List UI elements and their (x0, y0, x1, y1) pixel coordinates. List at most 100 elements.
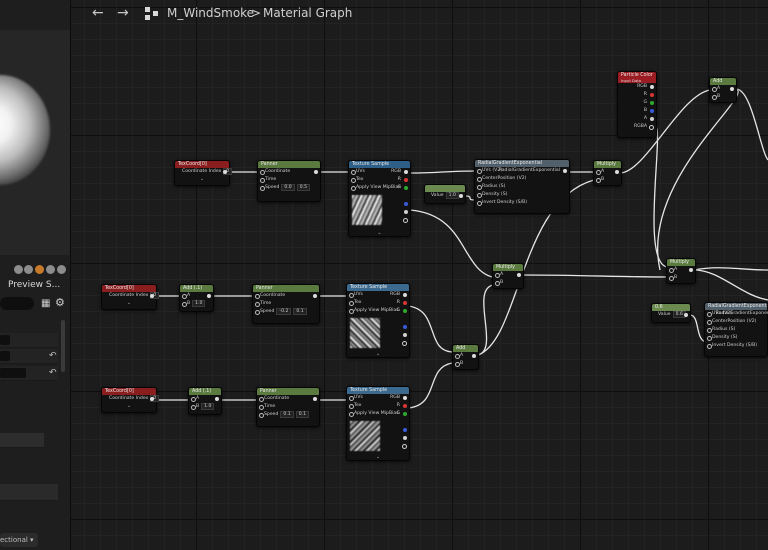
output-pin[interactable] (403, 428, 407, 432)
input-pin[interactable] (255, 310, 260, 315)
input-pin[interactable] (182, 302, 187, 307)
output-pin[interactable] (689, 268, 693, 272)
multiply-node-right[interactable]: Multiply A B (666, 258, 696, 284)
output-pin[interactable] (150, 294, 154, 298)
texture-sample-node-1[interactable]: Texture Sample UVs RGB Tex R Apply View Mi… (348, 160, 411, 237)
output-pin[interactable] (402, 444, 407, 449)
radial-gradient-node-2[interactable]: RadialGradientExponential UVs (V2) Radial… (704, 302, 768, 357)
input-pin[interactable] (596, 178, 601, 183)
output-pin[interactable] (730, 87, 734, 91)
speed-x-field[interactable]: 0.0 (281, 184, 295, 191)
output-pin[interactable] (650, 93, 654, 97)
input-pin[interactable] (477, 193, 482, 198)
input-pin[interactable] (351, 186, 356, 191)
input-pin[interactable] (477, 201, 482, 206)
input-pin[interactable] (455, 362, 460, 367)
output-pin[interactable] (313, 397, 317, 401)
input-pin[interactable] (477, 177, 482, 182)
speed-y-field[interactable]: 0.1 (293, 308, 307, 315)
details-field[interactable] (0, 351, 10, 361)
input-pin[interactable] (351, 178, 356, 183)
texcoord-node-2[interactable]: TexCoord[0] Coordinate Index 0 ⌄ (101, 284, 160, 310)
material-preview-viewport[interactable] (0, 30, 70, 255)
input-pin[interactable] (707, 320, 712, 325)
input-pin[interactable] (707, 312, 712, 317)
input-pin[interactable] (191, 405, 196, 410)
reset-arrow-icon[interactable]: ↶ (49, 368, 57, 378)
shading-mode-dropdown[interactable]: ectional ▾ (0, 533, 38, 547)
output-pin[interactable] (404, 186, 408, 190)
breadcrumb-graph[interactable]: Material Graph (263, 6, 352, 20)
input-pin[interactable] (669, 268, 674, 273)
output-pin[interactable] (207, 294, 211, 298)
output-pin[interactable] (403, 309, 407, 313)
input-pin[interactable] (260, 178, 265, 183)
input-pin[interactable] (349, 396, 354, 401)
output-pin[interactable] (649, 125, 654, 130)
input-pin[interactable] (255, 294, 260, 299)
output-pin[interactable] (404, 210, 408, 214)
input-pin[interactable] (349, 293, 354, 298)
input-pin[interactable] (182, 294, 187, 299)
output-pin[interactable] (403, 412, 407, 416)
chevron-down-icon[interactable]: ⌄ (349, 230, 410, 236)
output-pin[interactable] (404, 170, 408, 174)
output-pin[interactable] (650, 85, 654, 89)
details-dropdown-row[interactable] (0, 433, 44, 448)
panner-node-1[interactable]: Panner Coordinate Time Speed 0.0 0.5 (257, 160, 321, 202)
output-pin[interactable] (650, 101, 654, 105)
output-pin[interactable] (402, 341, 407, 346)
particle-color-node[interactable]: Particle Color Input Data RGB R G B A RGB… (617, 71, 657, 138)
preview-sphere-icon[interactable] (14, 265, 23, 274)
preview-plane-icon[interactable] (35, 265, 44, 274)
input-pin[interactable] (707, 328, 712, 333)
details-scrollbar[interactable] (61, 320, 65, 372)
input-pin[interactable] (260, 186, 265, 191)
output-pin[interactable] (517, 273, 521, 277)
input-pin[interactable] (596, 170, 601, 175)
reset-arrow-icon[interactable]: ↶ (49, 351, 57, 361)
panner-node-3[interactable]: Panner Coordinate Time Speed 0.1 0.1 (256, 387, 320, 427)
b-value-field[interactable]: 1.0 (201, 403, 215, 410)
input-pin[interactable] (259, 413, 264, 418)
input-pin[interactable] (259, 405, 264, 410)
add-node-bottom[interactable]: Add A B (452, 344, 479, 370)
panner-node-2[interactable]: Panner Coordinate Time Speed -0.2 0.1 (252, 284, 320, 324)
output-pin[interactable] (404, 178, 408, 182)
input-pin[interactable] (260, 170, 265, 175)
details-search-input[interactable] (0, 297, 34, 310)
chevron-down-icon[interactable]: ⌄ (102, 300, 156, 306)
input-pin[interactable] (455, 354, 460, 359)
multiply-node-top[interactable]: Multiply A B (593, 160, 622, 186)
texcoord-node-1[interactable]: TexCoord[0] Coordinate Index 0 ⌄ (174, 160, 233, 186)
add-small-node-3[interactable]: Add (.1) A B 1.0 (188, 387, 222, 415)
input-pin[interactable] (191, 397, 196, 402)
output-pin[interactable] (650, 109, 654, 113)
preview-cylinder-icon[interactable] (24, 265, 33, 274)
output-pin[interactable] (650, 117, 654, 121)
input-pin[interactable] (255, 302, 260, 307)
chevron-down-icon[interactable]: ⌄ (347, 454, 409, 460)
chevron-down-icon[interactable]: ⌄ (102, 403, 156, 409)
output-pin[interactable] (403, 293, 407, 297)
chevron-down-icon[interactable]: ⌄ (347, 351, 409, 357)
preview-cube-icon[interactable] (46, 265, 55, 274)
input-pin[interactable] (712, 95, 717, 100)
output-pin[interactable] (150, 397, 154, 401)
input-pin[interactable] (477, 169, 482, 174)
output-pin[interactable] (314, 170, 318, 174)
output-pin[interactable] (684, 313, 688, 317)
speed-x-field[interactable]: 0.1 (280, 411, 294, 418)
input-pin[interactable] (707, 336, 712, 341)
output-pin[interactable] (472, 354, 476, 358)
output-pin[interactable] (403, 404, 407, 408)
output-pin[interactable] (563, 169, 567, 173)
output-pin[interactable] (403, 301, 407, 305)
constant-value-field[interactable]: 1.0 (445, 192, 459, 199)
speed-x-field[interactable]: -0.2 (276, 308, 292, 315)
output-pin[interactable] (215, 397, 219, 401)
details-dropdown[interactable] (0, 368, 26, 378)
add-small-node-2[interactable]: Add (.1) A B 1.0 (179, 284, 214, 312)
output-pin[interactable] (404, 202, 408, 206)
input-pin[interactable] (477, 185, 482, 190)
